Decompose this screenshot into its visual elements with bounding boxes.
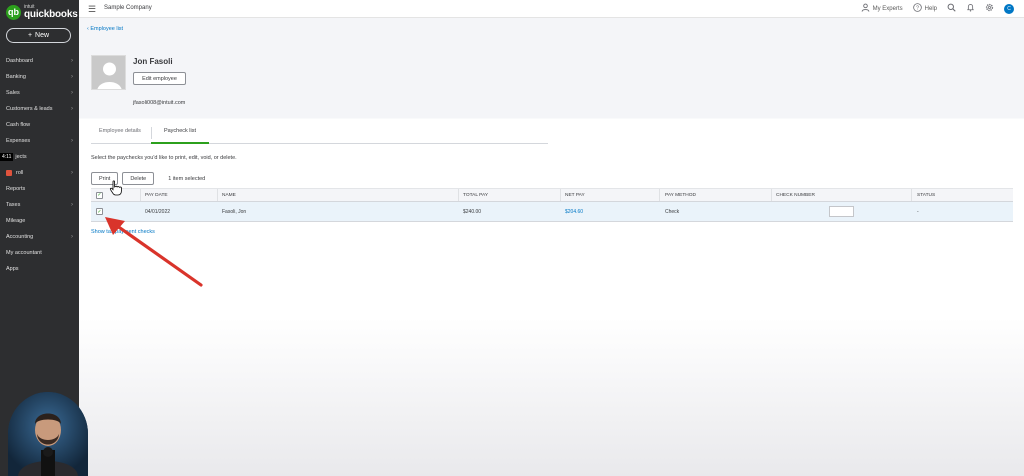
sidebar-item-apps[interactable]: Apps [0,261,79,277]
employee-email: jfasoli008@intuit.com [133,100,186,106]
cell-net-pay[interactable]: $204.60 [565,202,583,221]
brand-name: quickbooks [24,8,78,20]
cell-status: - [917,208,919,215]
column-header-net-pay[interactable]: NET PAY [565,189,585,201]
table-row[interactable]: ✓ 04/01/2022 Fasoli, Jon $240.00 $204.60… [91,202,1013,222]
sidebar-item-my-accountant[interactable]: My accountant [0,245,79,261]
sidebar-item-label: Taxes [6,202,21,208]
hamburger-menu-icon[interactable]: ☰ [88,4,96,15]
selected-count: 1 item selected [168,175,206,182]
main-content: ‹ Employee list Jon Fasoli Edit employee… [8,18,1024,476]
sidebar-item-label: My accountant [6,250,42,256]
payroll-badge-icon [6,170,12,176]
sidebar-item-label: Sales [6,90,20,96]
app-window: qb intuit quickbooks + New Dashboard › Ba… [0,0,1024,476]
hand-cursor-icon [109,180,122,196]
paycheck-table: ✓ PAY DATE NAME TOTAL PAY NET PAY PAY ME… [91,188,1013,222]
person-icon [861,3,870,14]
sidebar-item-label: jects [15,154,27,160]
bell-icon[interactable] [966,3,975,14]
row-checkbox[interactable]: ✓ [96,208,103,215]
column-header-name[interactable]: NAME [222,189,236,201]
top-right-toolbar: My Experts ? Help C [861,3,1014,14]
cell-check-number [829,202,854,221]
chevron-right-icon: › [71,106,73,112]
chevron-right-icon: › [71,234,73,240]
select-all-checkbox[interactable]: ✓ [96,191,103,199]
top-bar: ☰ Sample Company My Experts ? Help C [79,0,1024,18]
column-header-pay-date[interactable]: PAY DATE [145,189,168,201]
cell-pay-method: Check [665,208,680,215]
table-header: ✓ PAY DATE NAME TOTAL PAY NET PAY PAY ME… [91,188,1013,202]
employee-header [79,18,1024,118]
sidebar-item-label: Expenses [6,138,31,144]
avatar[interactable]: C [1004,3,1014,14]
sidebar-item-label: Banking [6,74,26,80]
new-button-label: New [35,32,50,39]
search-icon[interactable] [947,3,956,14]
sidebar-item-sales[interactable]: Sales › [0,85,79,101]
cell-total-pay: $240.00 [463,208,482,215]
webcam-overlay [8,392,88,476]
svg-text:?: ? [916,5,919,11]
cell-name: Fasoli, Jon [222,208,247,215]
tab-paycheck-list[interactable]: Paycheck list [151,128,209,144]
back-link[interactable]: ‹ Employee list [87,26,123,32]
employee-photo-placeholder [91,55,126,90]
help-button[interactable]: ? Help [912,3,937,14]
sidebar-item-label: Accounting [6,234,34,240]
my-experts-label: My Experts [872,5,903,12]
tab-bar: Employee details Paycheck list [91,124,548,144]
column-header-total-pay[interactable]: TOTAL PAY [463,189,488,201]
sidebar-item-projects[interactable]: 4:11 jects [0,149,79,165]
chevron-right-icon: › [71,202,73,208]
sidebar-item-banking[interactable]: Banking › [0,69,79,85]
time-badge: 4:11 [0,153,14,161]
delete-button[interactable]: Delete [122,172,155,185]
red-arrow-annotation [105,217,203,287]
sidebar-item-label: Apps [6,266,19,272]
quickbooks-logo-icon: qb [6,4,21,20]
sidebar-item-payroll[interactable]: roll › [0,165,79,181]
sidebar-item-label: Dashboard [6,58,33,64]
sidebar-item-taxes[interactable]: Taxes › [0,197,79,213]
chevron-right-icon: › [71,170,73,176]
help-label: Help [924,5,937,12]
column-header-check-number[interactable]: CHECK NUMBER [776,189,815,201]
sidebar-item-label: Cash flow [6,122,31,128]
select-all-cell: ✓ [96,189,103,201]
new-button[interactable]: + New [6,28,71,43]
instructions-text: Select the paychecks you'd like to print… [91,155,237,161]
back-link-label: Employee list [90,26,124,32]
edit-employee-button[interactable]: Edit employee [133,72,186,85]
my-experts-button[interactable]: My Experts [861,3,903,14]
chevron-right-icon: › [71,58,73,64]
brand[interactable]: qb intuit quickbooks [6,4,78,20]
sidebar-item-accounting[interactable]: Accounting › [0,229,79,245]
sidebar-item-label: Mileage [6,218,26,224]
chevron-right-icon: › [71,90,73,96]
sidebar-item-mileage[interactable]: Mileage [0,213,79,229]
sidebar-item-dashboard[interactable]: Dashboard › [0,53,79,69]
sidebar-item-cash-flow[interactable]: Cash flow [0,117,79,133]
sidebar-item-label: roll [16,170,24,176]
sidebar-item-expenses[interactable]: Expenses › [0,133,79,149]
check-number-input[interactable] [829,206,854,217]
chevron-right-icon: › [71,138,73,144]
company-name: Sample Company [104,5,152,11]
tab-employee-details[interactable]: Employee details [99,128,141,140]
chevron-right-icon: › [71,74,73,80]
plus-icon: + [27,32,33,39]
sidebar-item-reports[interactable]: Reports [0,181,79,197]
column-header-pay-method[interactable]: PAY METHOD [665,189,696,201]
sidebar-item-customers-leads[interactable]: Customers & leads › [0,101,79,117]
column-header-status[interactable]: STATUS [917,189,935,201]
help-icon: ? [912,3,922,14]
sidebar-item-label: Reports [6,186,26,192]
gear-icon[interactable] [985,3,994,14]
sidebar-nav: Dashboard › Banking › Sales › Customers & l… [0,53,79,277]
employee-name: Jon Fasoli [133,57,173,66]
sidebar-item-label: Customers & leads [6,106,53,112]
